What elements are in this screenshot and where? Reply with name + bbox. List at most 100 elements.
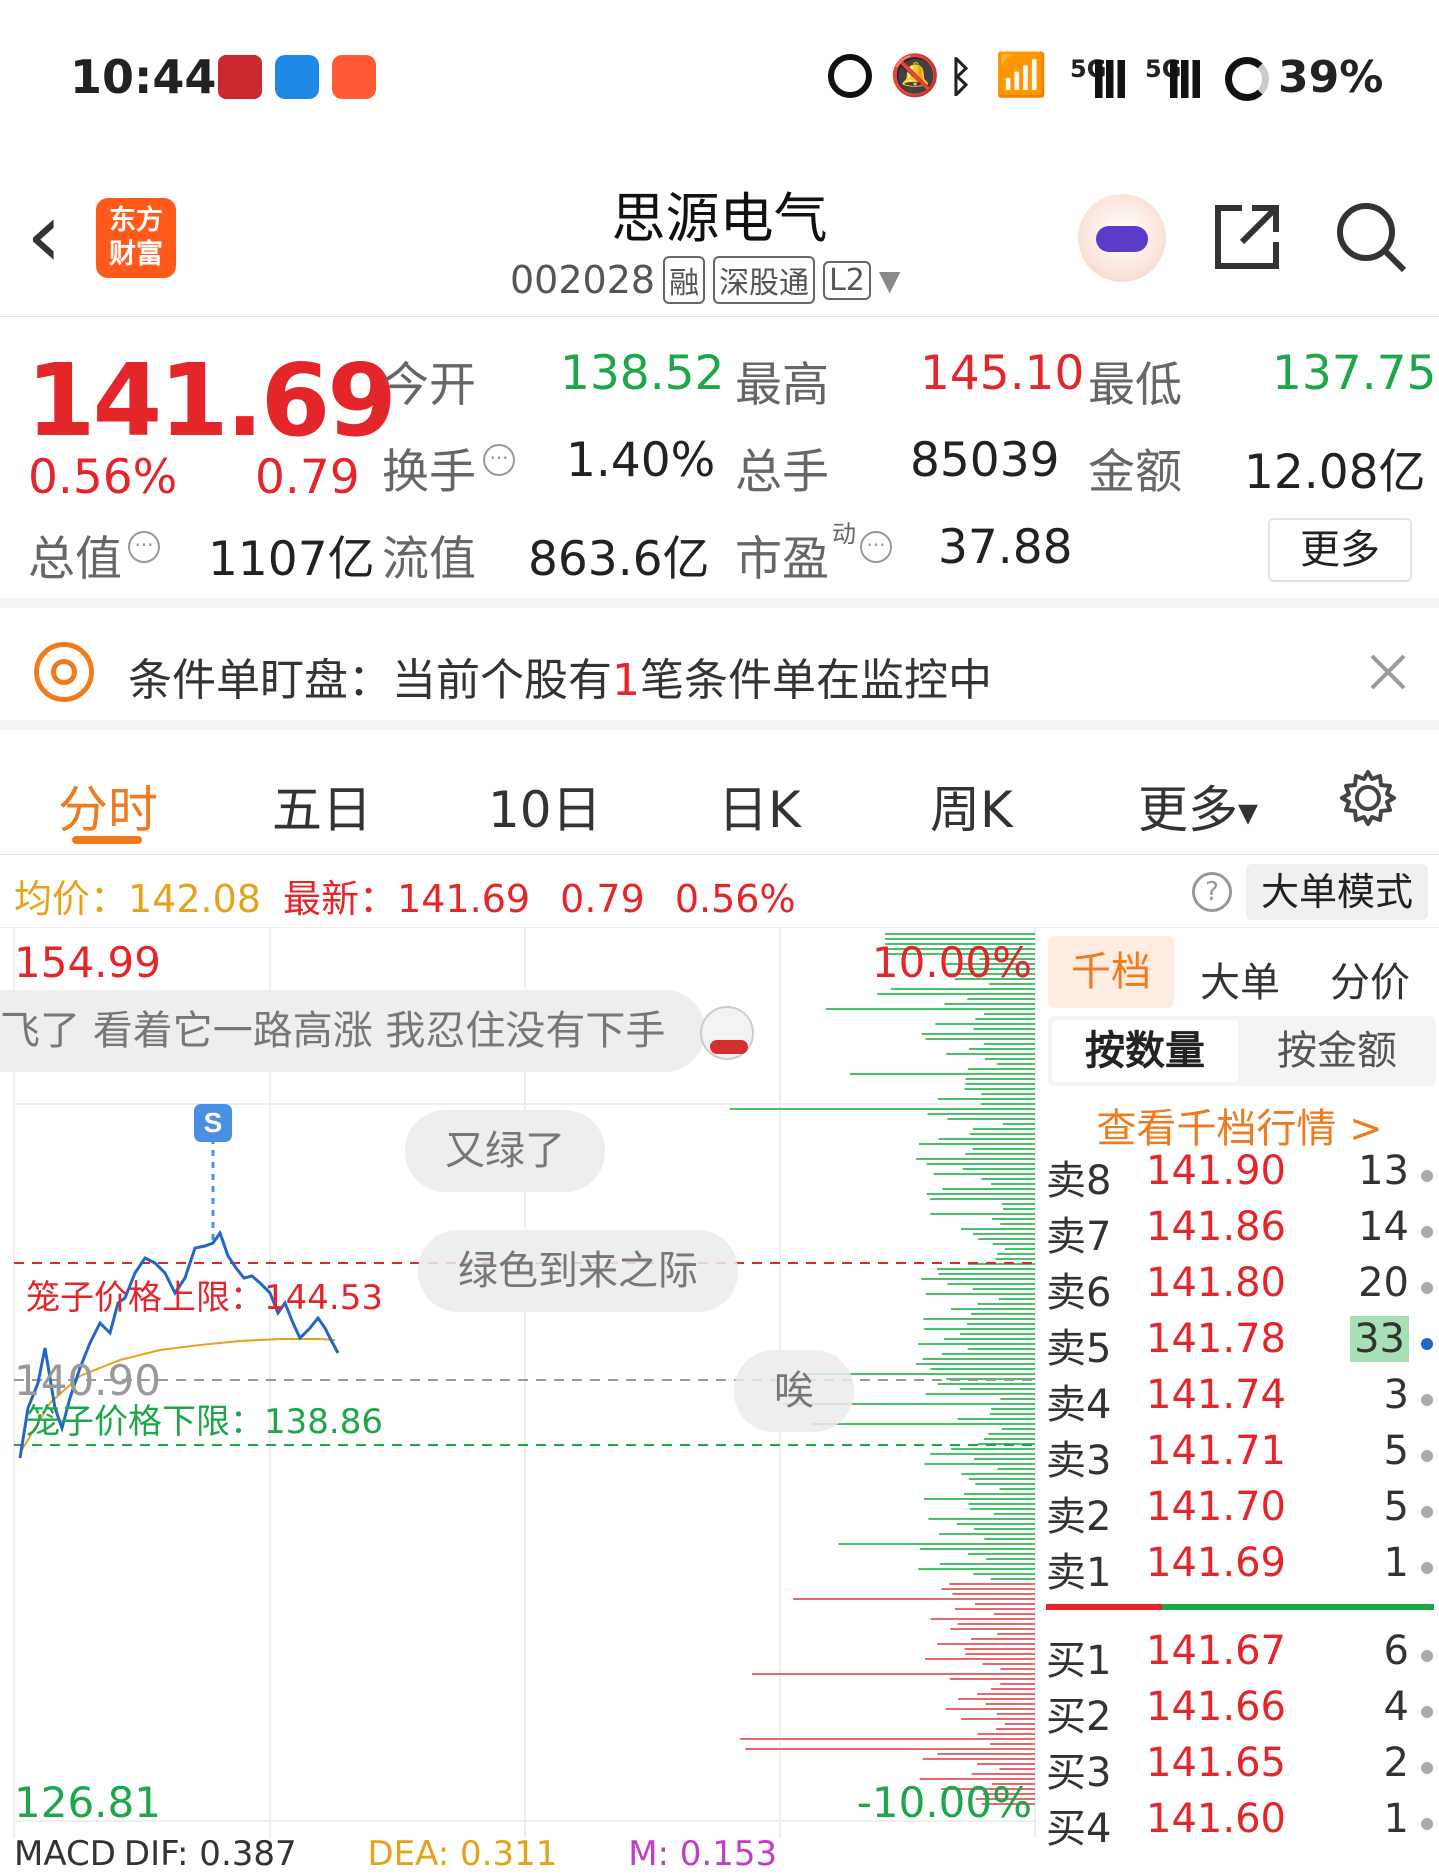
- info-dots-icon[interactable]: ···: [128, 531, 160, 563]
- ask-dot-icon: [1421, 1394, 1433, 1406]
- y-min-label: 126.81: [14, 1778, 161, 1827]
- mute-icon: 🔕: [890, 53, 940, 99]
- stock-header: ‹ 东方 财富 思源电气 002028 融 深股通 L2 ▼: [0, 160, 1439, 317]
- ask-price: 141.86: [1146, 1204, 1286, 1250]
- pct-min-label: -10.00%: [856, 1778, 1032, 1827]
- view-depth-link[interactable]: 查看千档行情 >: [1040, 1096, 1439, 1154]
- ask-level-label: 卖8: [1046, 1158, 1112, 1204]
- search-icon[interactable]: [1334, 200, 1408, 274]
- intraday-chart[interactable]: S 154.99 10.00% 126.81 -10.00% 140.90 笼子…: [0, 928, 1040, 1874]
- pe-dynamic-sup: 动: [832, 520, 856, 548]
- amount-value: 12.08亿: [1244, 445, 1426, 500]
- ask-row[interactable]: 卖3 141.71 5: [1040, 1428, 1439, 1484]
- big-order-mode-button[interactable]: 大单模式: [1246, 864, 1428, 920]
- bid-row[interactable]: 买3 141.65 2: [1040, 1740, 1439, 1796]
- info-text: 均价：142.08 最新：141.69 0.79 0.56%: [14, 868, 796, 923]
- ask-price: 141.80: [1146, 1260, 1286, 1306]
- tab-weekly-k[interactable]: 周K: [930, 770, 1013, 842]
- tab-five-day[interactable]: 五日: [272, 770, 372, 842]
- more-button[interactable]: 更多: [1268, 518, 1412, 582]
- comment-bubble[interactable]: 绿色到来之际: [418, 1230, 738, 1312]
- macd-label: MACD: [14, 1834, 116, 1874]
- banner-text: 条件单盯盘：当前个股有1笔条件单在监控中: [128, 644, 992, 708]
- gear-icon[interactable]: [1338, 768, 1398, 828]
- tab-more-label: 更多: [1138, 781, 1238, 839]
- tab-intraday[interactable]: 分时: [58, 770, 158, 842]
- info-dots-icon[interactable]: ···: [860, 531, 892, 563]
- bid-ask-split-red: [1046, 1604, 1162, 1610]
- ask-level-label: 卖4: [1046, 1382, 1112, 1428]
- bid-price: 141.60: [1146, 1796, 1286, 1842]
- bid-volume: 6: [1383, 1628, 1409, 1674]
- signal-2-icon: [1170, 60, 1200, 98]
- bid-level-label: 买2: [1046, 1694, 1112, 1740]
- ask-row[interactable]: 卖8 141.90 13: [1040, 1148, 1439, 1204]
- comment-bubble[interactable]: 唉: [734, 1350, 854, 1432]
- ask-price: 141.90: [1146, 1148, 1286, 1194]
- bluetooth-icon: ᛒ: [948, 52, 974, 101]
- stock-code-row[interactable]: 002028 融 深股通 L2 ▼: [510, 256, 900, 304]
- book-tab-depth[interactable]: 千档: [1048, 936, 1174, 1008]
- wifi-icon: 📶: [995, 50, 1048, 99]
- bid-dot-icon: [1421, 1762, 1433, 1774]
- signal-1-icon: [1095, 60, 1125, 98]
- ask-volume: 13: [1358, 1148, 1409, 1194]
- bid-volume: 4: [1383, 1684, 1409, 1730]
- tab-ten-day[interactable]: 10日: [488, 770, 602, 842]
- pct-max-label: 10.00%: [871, 938, 1032, 987]
- last-label: 最新：: [283, 877, 398, 921]
- bid-row[interactable]: 买4 141.60 1: [1040, 1796, 1439, 1852]
- ask-row[interactable]: 卖2 141.70 5: [1040, 1484, 1439, 1540]
- upper-cage-label: 笼子价格上限：144.53: [26, 1270, 383, 1319]
- dea-value: DEA: 0.311: [367, 1834, 558, 1874]
- tab-more[interactable]: 更多▼: [1138, 770, 1258, 842]
- bid-level-label: 买3: [1046, 1750, 1112, 1796]
- lower-cage-text: 笼子价格下限：: [26, 1402, 264, 1442]
- ask-row[interactable]: 卖7 141.86 14: [1040, 1204, 1439, 1260]
- book-subtab-by-qty[interactable]: 按数量: [1052, 1020, 1238, 1082]
- macd-row[interactable]: MACD DIF: 0.387 DEA: 0.311 M: 0.153: [14, 1834, 777, 1874]
- caret-down-icon: ▼: [1238, 798, 1258, 829]
- info-dots-icon[interactable]: ···: [483, 444, 515, 476]
- open-value: 138.52: [560, 346, 725, 401]
- emoji-icon: [700, 1006, 754, 1060]
- tag-connect: 深股通: [713, 256, 816, 304]
- comment-bubble[interactable]: 又绿了: [405, 1110, 605, 1192]
- book-tab-big-order[interactable]: 大单: [1200, 950, 1280, 1008]
- bid-row[interactable]: 买1 141.67 6: [1040, 1628, 1439, 1684]
- book-subtab-by-amount[interactable]: 按金额: [1244, 1020, 1430, 1082]
- ask-dot-icon: [1421, 1226, 1433, 1238]
- bid-dot-icon: [1421, 1818, 1433, 1830]
- bid-row[interactable]: 买2 141.66 4: [1040, 1684, 1439, 1740]
- stock-code: 002028: [510, 258, 656, 302]
- tab-daily-k[interactable]: 日K: [718, 770, 801, 842]
- condition-order-banner[interactable]: 条件单盯盘：当前个股有1笔条件单在监控中: [0, 618, 1439, 730]
- pe-label: 市盈: [735, 532, 829, 587]
- ask-row[interactable]: 卖1 141.69 1: [1040, 1540, 1439, 1596]
- close-icon[interactable]: [1368, 652, 1408, 692]
- float-cap-value: 863.6亿: [528, 532, 710, 587]
- high-value: 145.10: [920, 346, 1085, 401]
- robot-assistant-icon[interactable]: [1078, 194, 1166, 282]
- ask-price: 141.70: [1146, 1484, 1286, 1530]
- ask-volume: 5: [1383, 1428, 1409, 1474]
- ask-row[interactable]: 卖4 141.74 3: [1040, 1372, 1439, 1428]
- share-icon[interactable]: [1212, 202, 1282, 272]
- volume-value: 85039: [910, 433, 1060, 488]
- comment-bubble[interactable]: 飞了 看着它一路高涨 我忍住没有下手: [0, 990, 706, 1072]
- ask-volume: 33: [1350, 1316, 1409, 1362]
- high-label: 最高: [735, 358, 829, 413]
- alarm-icon: [828, 54, 872, 98]
- ask-row[interactable]: 卖6 141.80 20: [1040, 1260, 1439, 1316]
- last-value: 141.69: [397, 877, 531, 921]
- tab-indicator: [72, 836, 142, 844]
- ask-price: 141.74: [1146, 1372, 1286, 1418]
- info-change: 0.79: [560, 877, 645, 921]
- m-value: M: 0.153: [628, 1834, 778, 1874]
- ask-level-label: 卖5: [1046, 1326, 1112, 1372]
- ask-row[interactable]: 卖5 141.78 33: [1040, 1316, 1439, 1372]
- lower-cage-label: 笼子价格下限：138.86: [26, 1394, 383, 1443]
- ask-level-label: 卖3: [1046, 1438, 1112, 1484]
- book-tab-by-price[interactable]: 分价: [1330, 950, 1410, 1008]
- help-icon[interactable]: ?: [1192, 872, 1232, 912]
